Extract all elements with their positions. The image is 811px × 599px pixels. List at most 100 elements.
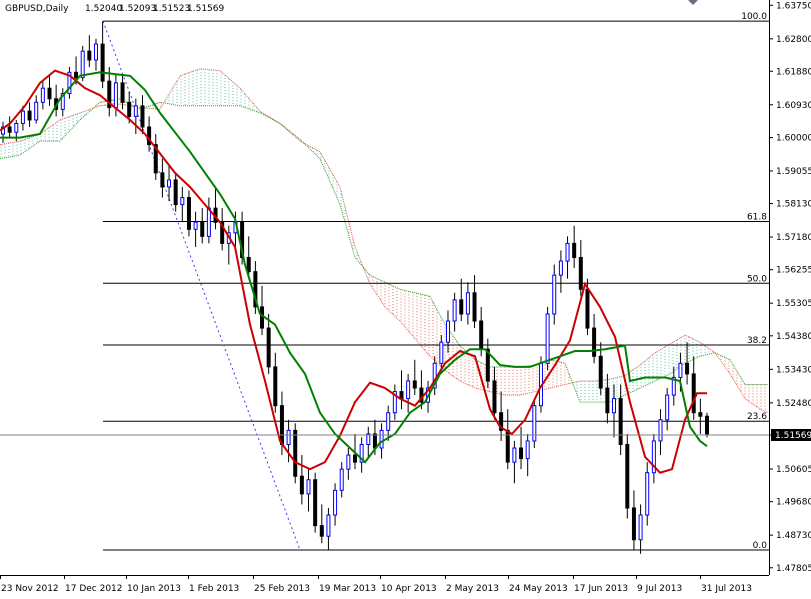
x-tick-label: 31 Jul 2013: [701, 584, 752, 594]
y-tick-label: 1.61880: [776, 67, 811, 77]
candle-body: [479, 320, 484, 350]
candle-body: [34, 101, 39, 121]
candle-body: [180, 197, 185, 206]
candle-body: [578, 257, 583, 290]
ohlc-high: 1.52093: [119, 4, 156, 14]
y-tick-label: 1.53430: [776, 365, 811, 375]
candle-body: [346, 454, 351, 470]
candle-body: [306, 479, 311, 495]
y-tick-label: 1.60930: [776, 101, 811, 111]
candle-body: [167, 179, 172, 188]
price-chart: 100.0 61.8 50.0 38.2 23.6 0.0 1.63750 1.62800 1…: [0, 0, 811, 594]
candle-body: [572, 242, 577, 259]
fib-level-label: 23.6: [747, 412, 767, 422]
candle-body: [93, 43, 98, 61]
y-tick-label: 1.49680: [776, 498, 811, 508]
candle-body: [333, 489, 338, 516]
candle-body: [406, 380, 411, 400]
candle-body: [665, 394, 670, 421]
candle-body: [552, 274, 557, 315]
candle-body: [319, 525, 324, 537]
candle-body: [27, 110, 32, 121]
candle-body: [698, 412, 703, 417]
candle: [532, 398, 537, 449]
candle-body: [439, 341, 444, 364]
ohlc-low: 1.51523: [153, 4, 190, 14]
candle-body: [313, 479, 318, 527]
candle-body: [645, 472, 650, 516]
candle-body: [612, 398, 617, 414]
candle-body: [299, 475, 304, 495]
candle-body: [273, 366, 278, 407]
candle-body: [127, 101, 132, 117]
candle-body: [140, 105, 145, 128]
candle-body: [206, 207, 211, 237]
y-tick-label: 1.50605: [776, 465, 811, 475]
candle-body: [120, 82, 125, 103]
candle-body: [160, 172, 165, 188]
candle: [625, 433, 630, 519]
candle-body: [459, 299, 464, 315]
candle-body: [133, 105, 138, 117]
x-tick-label: 2 May 2013: [446, 584, 499, 594]
candle-body: [445, 320, 450, 343]
fib-level-label: 100.0: [741, 12, 767, 22]
candle-body: [286, 429, 291, 445]
fib-level-label: 0.0: [753, 541, 768, 551]
candle-body: [685, 362, 690, 375]
y-tick-label: 1.59055: [776, 167, 811, 177]
candle-body: [279, 405, 284, 445]
candle-body: [353, 454, 357, 463]
candle-body: [80, 50, 85, 79]
candle-body: [512, 447, 517, 463]
candle-body: [386, 412, 391, 431]
candle-body: [173, 179, 178, 206]
candle-body: [372, 433, 377, 449]
fib-level-label: 61.8: [747, 213, 767, 223]
chart-header: GBPUSD,Daily 1.52040 1.52093 1.51523 1.5…: [5, 4, 224, 14]
candle: [705, 412, 709, 438]
current-price-label: 1.51569: [775, 431, 811, 441]
candle-body: [379, 429, 384, 449]
candle-body: [266, 327, 271, 368]
candle-body: [113, 82, 118, 109]
candle-body: [472, 292, 477, 322]
ohlc-close: 1.51569: [187, 4, 224, 14]
x-tick-label: 10 Apr 2013: [381, 584, 437, 594]
candle-body: [598, 355, 603, 389]
y-tick-label: 1.47805: [776, 564, 811, 574]
candle-body: [260, 306, 265, 329]
candle-body: [399, 391, 404, 400]
candle-body: [625, 443, 630, 509]
candle-body: [452, 299, 457, 322]
candle-body: [705, 415, 709, 435]
candle-body: [585, 288, 590, 329]
candle-body: [87, 50, 92, 61]
candle-body: [492, 380, 497, 414]
candle-body: [618, 398, 623, 445]
y-tick-label: 1.52480: [776, 399, 811, 409]
candle-body: [100, 43, 105, 82]
candle-body: [678, 362, 683, 378]
symbol-label: GBPUSD,Daily: [5, 4, 69, 14]
candle-body: [293, 429, 298, 477]
ohlc-open: 1.52040: [85, 4, 122, 14]
candle-body: [465, 292, 470, 315]
y-tick-label: 1.54380: [776, 332, 811, 342]
fib-level-label: 38.2: [747, 336, 767, 346]
candle-body: [14, 122, 19, 133]
candle-body: [186, 197, 191, 230]
candle-body: [658, 419, 663, 442]
candle-body: [565, 242, 570, 262]
candle-body: [74, 71, 79, 79]
x-tick-label: 17 Dec 2012: [65, 584, 123, 594]
candle-body: [246, 257, 251, 273]
x-tick-label: 1 Feb 2013: [189, 584, 239, 594]
candle-body: [412, 380, 417, 389]
x-tick-label: 25 Feb 2013: [254, 584, 310, 594]
y-tick-label: 1.55305: [776, 299, 811, 309]
x-tick-label: 24 May 2013: [509, 584, 568, 594]
candle-body: [193, 221, 198, 230]
candle-body: [20, 110, 25, 124]
chart-window: 100.0 61.8 50.0 38.2 23.6 0.0 1.63750 1.62800 1…: [0, 0, 811, 594]
